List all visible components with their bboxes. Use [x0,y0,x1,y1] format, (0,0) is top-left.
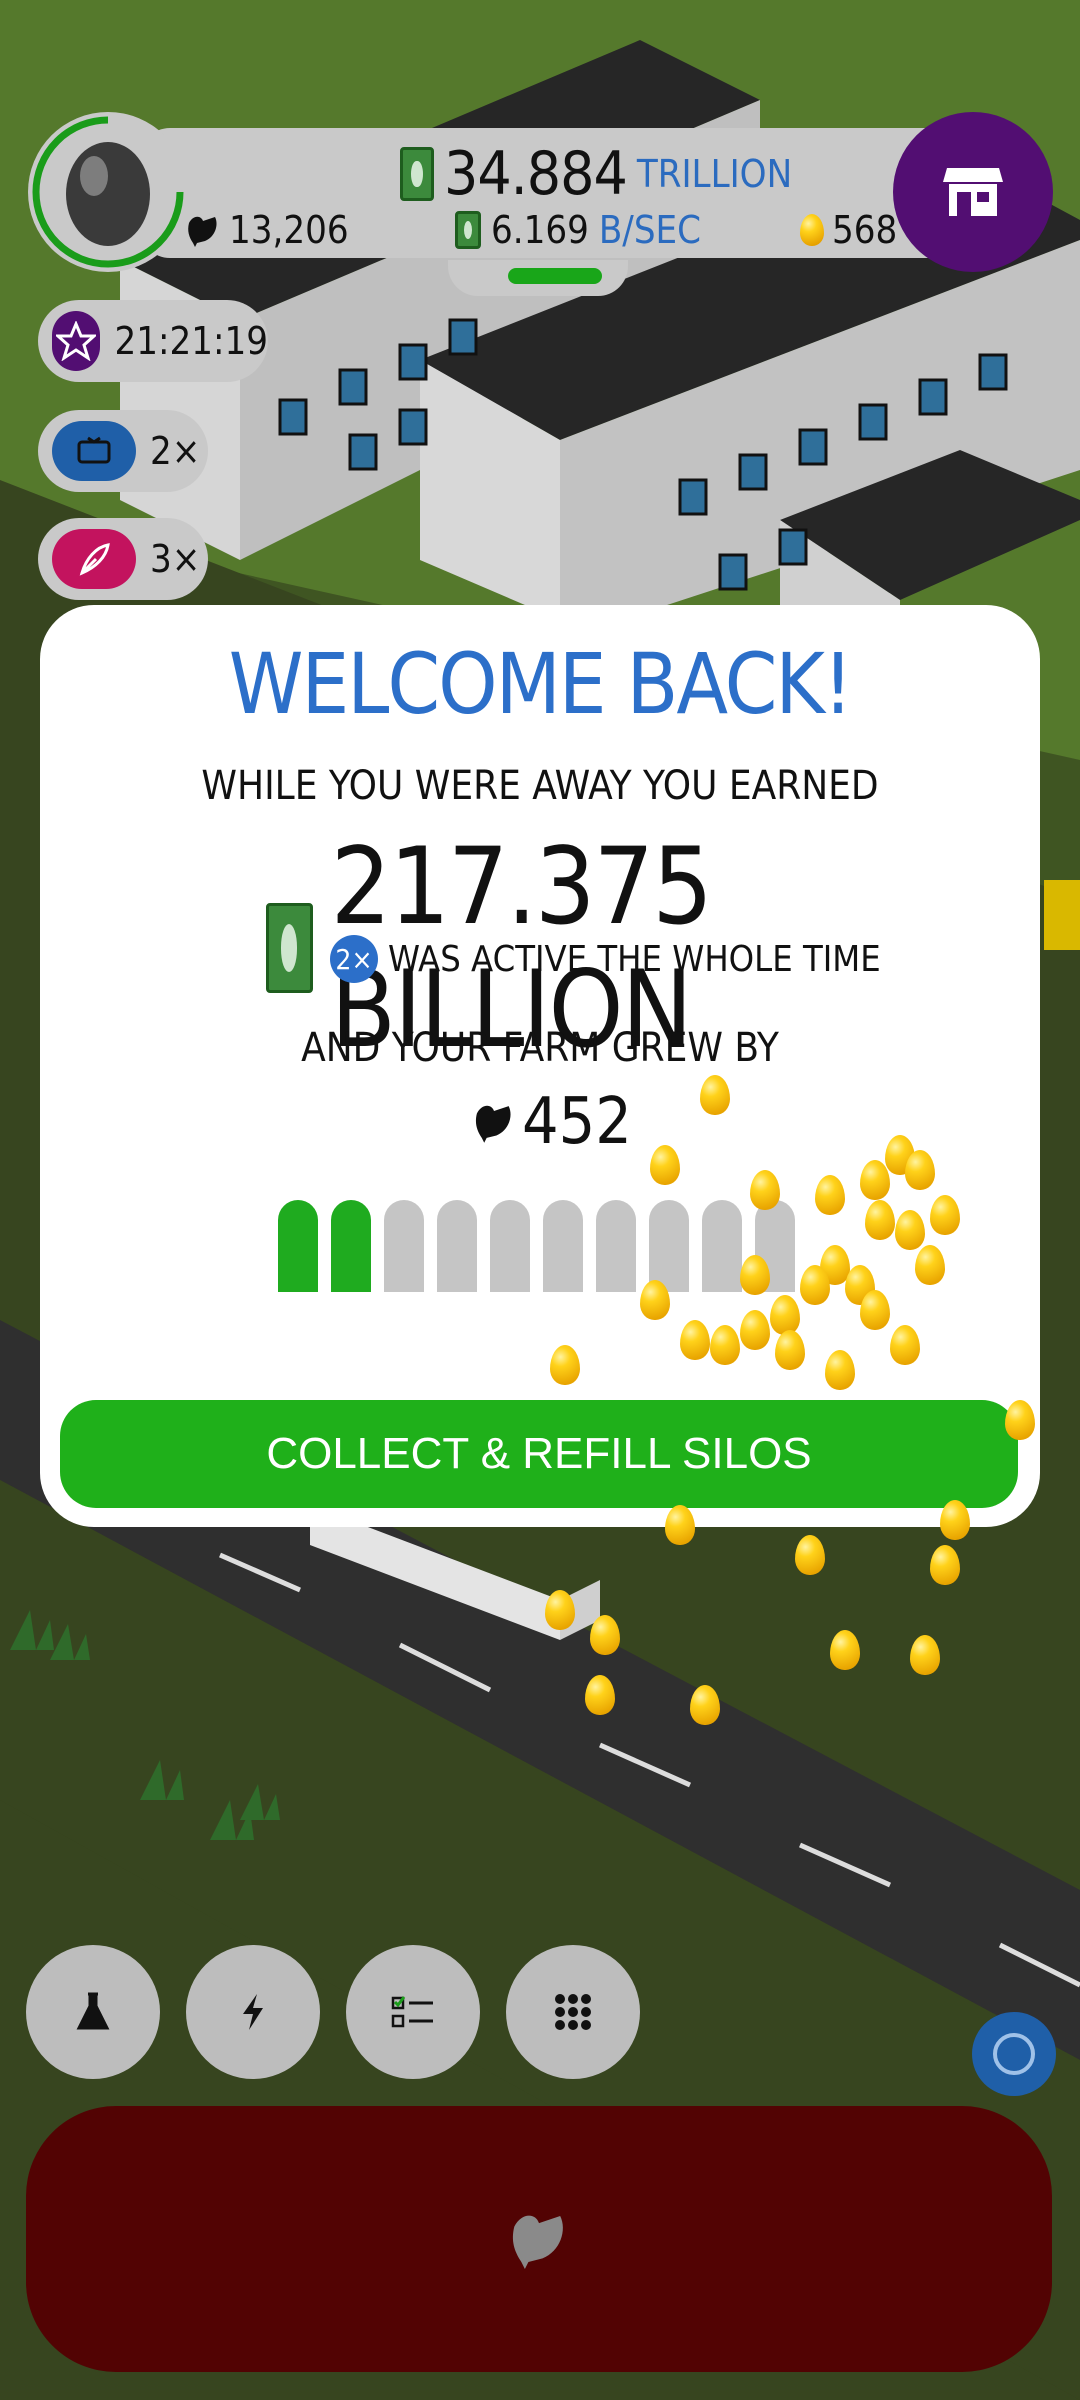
missions-button[interactable] [346,1945,480,2079]
boost-active-note: 2× WAS ACTIVE THE WHOLE TIME [330,935,881,983]
menu-button[interactable] [506,1945,640,2079]
store-icon [943,168,1003,216]
golden-egg-icon [1005,1400,1035,1440]
boost-active-text: WAS ACTIVE THE WHOLE TIME [388,938,881,980]
golden-egg-icon [650,1145,680,1185]
golden-egg-icon [775,1330,805,1370]
golden-egg-icon [800,214,824,246]
research-button[interactable] [26,1945,160,2079]
golden-egg-icon [750,1170,780,1210]
collect-refill-silos-button[interactable]: COLLECT & REFILL SILOS [60,1400,1018,1508]
golden-egg-icon [800,1265,830,1305]
ring-icon [993,2033,1035,2075]
golden-egg-icon [890,1325,920,1365]
golden-egg-icon [830,1630,860,1670]
boosts-button[interactable] [186,1945,320,2079]
golden-egg-icon [910,1635,940,1675]
silo-full [331,1200,371,1292]
video-boost-multiplier: 2× [150,429,201,473]
hatch-chicken-button[interactable] [26,2106,1052,2372]
boost-timer: 21:21:19 [114,319,268,363]
star-icon [52,311,101,371]
egg-progress-ring-icon [32,116,184,268]
dialog-title: WELCOME BACK! [228,635,853,733]
silo-empty [543,1200,583,1292]
golden-egg-icon [680,1320,710,1360]
silo-empty [437,1200,477,1292]
feather-boost-multiplier: 3× [150,537,201,581]
chickens-gained: 452 [472,1085,632,1159]
current-egg-button[interactable] [28,112,188,272]
golden-egg-icon [930,1195,960,1235]
golden-egg-icon [585,1675,615,1715]
golden-egg-icon [740,1255,770,1295]
golden-egg-icon [700,1075,730,1115]
golden-egg-icon [795,1535,825,1575]
silo-empty [649,1200,689,1292]
cash-bill-icon [455,211,481,249]
welcome-back-dialog: WELCOME BACK! WHILE YOU WERE AWAY YOU EA… [40,605,1040,1527]
2x-boost-badge: 2× [330,935,378,983]
habitat-capacity-bar [448,260,628,296]
golden-egg-icon [895,1210,925,1250]
golden-egg-icon [545,1590,575,1630]
golden-egg-value: 568 [832,208,898,252]
chicken-count-value: 13,206 [229,208,349,252]
golden-egg-icon [865,1200,895,1240]
cash-unit: TRILLION [636,152,793,196]
golden-egg-icon [740,1310,770,1350]
video-boost-pill[interactable]: 2× [38,410,208,492]
chickens-gained-value: 452 [522,1085,632,1159]
farm-grew-label: AND YOUR FARM GREW BY [301,1025,779,1071]
silo-empty [384,1200,424,1292]
checklist-icon [391,1996,433,2028]
golden-egg-icon [665,1505,695,1545]
cash-bill-icon [266,903,313,993]
golden-egg-icon [860,1290,890,1330]
silo-empty [702,1200,742,1292]
chicken-icon [188,216,217,247]
lightning-icon [243,1994,263,2030]
flask-icon [76,1992,110,2030]
earning-rate-value: 6.169 [491,208,589,252]
golden-egg-icon [640,1280,670,1320]
feather-boost-pill[interactable]: 3× [38,518,208,600]
away-earned-label: WHILE YOU WERE AWAY YOU EARNED [201,763,879,809]
silo-empty [596,1200,636,1292]
habitat-capacity-fill [508,268,602,284]
golden-egg-icon [590,1615,620,1655]
cash-amount: 34.884 [444,139,628,209]
golden-egg-icon [690,1685,720,1725]
silo-full [278,1200,318,1292]
chicken-icon [475,1105,511,1143]
golden-egg-icon [825,1350,855,1390]
store-button[interactable] [893,112,1053,272]
golden-egg-icon [905,1150,935,1190]
boost-timer-pill[interactable]: 21:21:19 [38,300,268,382]
grid-menu-icon [555,1994,591,2030]
hatch-chicken-icon [512,2215,563,2269]
earning-rate: 6.169 B/SEC [455,208,701,252]
golden-egg-icon [815,1175,845,1215]
cash-bill-icon [400,147,434,201]
cash-total: 34.884 TRILLION [400,139,793,209]
golden-egg-count: 568 [800,208,897,252]
silo-fill-indicators [278,1200,795,1292]
golden-egg-icon [710,1325,740,1365]
silo-empty [490,1200,530,1292]
golden-egg-icon [940,1500,970,1540]
camera-toggle-button[interactable] [972,2012,1056,2096]
golden-egg-icon [915,1245,945,1285]
feather-icon [52,529,136,589]
golden-egg-icon [550,1345,580,1385]
golden-egg-icon [770,1295,800,1335]
video-icon [52,421,136,481]
golden-egg-icon [930,1545,960,1585]
chicken-count: 13,206 [185,208,349,252]
earning-rate-unit: B/SEC [598,208,702,252]
